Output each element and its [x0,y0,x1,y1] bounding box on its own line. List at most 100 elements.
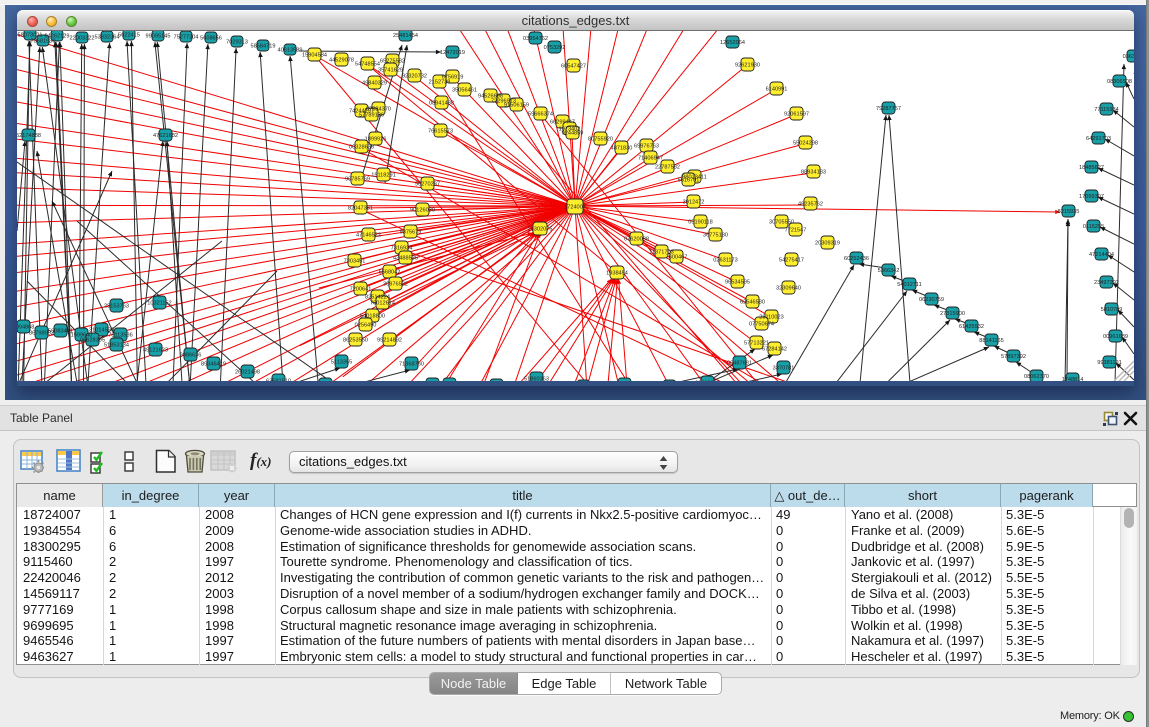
svg-text:96270287: 96270287 [415,182,440,188]
svg-text:63591510: 63591510 [266,379,291,382]
svg-text:89346419: 89346419 [201,362,226,368]
svg-text:1938454: 1938454 [606,271,628,277]
svg-text:0363893: 0363893 [1123,54,1134,60]
svg-text:5616701: 5616701 [678,178,700,184]
svg-text:92061597: 92061597 [784,112,809,118]
svg-text:69976763: 69976763 [634,144,659,150]
svg-text:08306508: 08306508 [1107,79,1132,85]
svg-text:47214404: 47214404 [1089,252,1114,258]
svg-text:43488535: 43488535 [393,256,418,262]
svg-text:7200641: 7200641 [350,287,372,293]
svg-text:67284142: 67284142 [762,347,787,353]
svg-text:6140991: 6140991 [766,87,788,93]
svg-text:17099397: 17099397 [1079,194,1104,200]
svg-text:80755920: 80755920 [588,137,613,143]
svg-text:07620088: 07620088 [624,237,649,243]
svg-text:60547427: 60547427 [561,64,586,70]
svg-text:05190118: 05190118 [688,220,712,226]
svg-text:4871830: 4871830 [611,146,633,152]
svg-text:44529078: 44529078 [329,58,354,64]
svg-text:3370781: 3370781 [773,366,795,372]
svg-text:0244859: 0244859 [562,131,584,137]
svg-text:92320732: 92320732 [402,74,427,80]
svg-text:15118291: 15118291 [371,173,395,179]
svg-text:7029313: 7029313 [226,40,248,46]
svg-text:71368760: 71368760 [399,362,424,368]
svg-text:5810709: 5810709 [1101,307,1123,313]
svg-text:0256490: 0256490 [355,323,377,329]
svg-text:54748554: 54748554 [355,62,380,68]
svg-text:35741629: 35741629 [378,68,403,74]
svg-text:8215935: 8215935 [1058,209,1080,215]
svg-text:25481454: 25481454 [393,33,418,39]
svg-text:49121623: 49121623 [143,348,168,354]
svg-text:53832364: 53832364 [95,35,120,41]
svg-text:52174888: 52174888 [17,133,41,139]
svg-text:1748814: 1748814 [1062,377,1084,381]
svg-text:00961689: 00961689 [1103,334,1128,340]
svg-text:35056461: 35056461 [452,88,477,94]
svg-text:12472019: 12472019 [440,50,465,56]
svg-text:51860363: 51860363 [524,377,549,382]
svg-text:28153763: 28153763 [104,304,129,310]
svg-text:54275417: 54275417 [779,258,804,264]
svg-text:58584719: 58584719 [251,44,276,50]
svg-text:99903066: 99903066 [695,381,720,382]
svg-text:96534595: 96534595 [725,280,750,286]
svg-text:90785769: 90785769 [345,177,370,183]
svg-text:7316934: 7316934 [391,246,413,252]
svg-text:5608656: 5608656 [200,36,222,42]
svg-text:76012614: 76012614 [370,301,395,307]
svg-text:10321152: 10321152 [147,301,171,307]
svg-text:64262129: 64262129 [45,34,70,40]
svg-text:27315900: 27315900 [940,311,965,317]
svg-text:9986636: 9986636 [180,353,202,359]
svg-text:54012711: 54012711 [897,282,921,288]
svg-text:48235762: 48235762 [798,202,823,208]
svg-text:06628395: 06628395 [80,338,105,344]
svg-text:07750674: 07750674 [749,322,774,328]
svg-text:32309640: 32309640 [776,286,801,292]
svg-text:03954762: 03954762 [523,36,548,42]
svg-text:5113355: 5113355 [331,360,352,366]
svg-text:79287757: 79287757 [876,106,901,112]
svg-text:66299447: 66299447 [550,120,575,126]
svg-text:08062370: 08062370 [1024,374,1049,380]
svg-text:59666374: 59666374 [528,112,553,118]
svg-text:00328638: 00328638 [349,145,374,151]
svg-text:88141165: 88141165 [979,338,1003,344]
svg-text:6756919: 6756919 [442,75,464,81]
svg-text:9375673: 9375673 [400,230,422,236]
svg-text:82047381: 82047381 [348,206,373,212]
svg-text:64291703: 64291703 [1086,136,1111,142]
svg-text:60252436: 60252436 [844,256,869,262]
svg-text:7303451: 7303451 [344,259,366,265]
svg-text:61425532: 61425532 [959,324,984,330]
svg-text:23497292: 23497292 [1094,280,1119,286]
svg-text:57789136: 57789136 [359,113,384,119]
svg-text:06230759: 06230759 [919,297,944,303]
svg-text:7600467: 7600467 [666,255,688,261]
svg-text:99214892: 99214892 [377,338,402,344]
svg-text:40613589: 40613589 [278,48,303,54]
svg-text:0753292: 0753292 [544,45,566,51]
svg-text:99095145: 99095145 [146,34,171,40]
svg-text:6568042: 6568042 [379,270,401,276]
svg-text:57897392: 57897392 [1001,354,1026,360]
svg-text:91506159: 91506159 [504,103,529,109]
svg-text:20309319: 20309319 [815,241,840,247]
svg-text:76615573: 76615573 [428,129,453,135]
svg-text:02631173: 02631173 [713,258,737,264]
svg-text:26021498: 26021498 [235,370,260,376]
svg-text:1724007: 1724007 [564,205,586,211]
svg-text:65275582: 65275582 [380,59,405,65]
svg-text:54018800: 54018800 [360,314,385,320]
svg-text:5366342: 5366342 [878,268,900,274]
svg-text:77115984: 77115984 [1094,107,1118,113]
svg-text:86253550: 86253550 [343,338,368,344]
svg-text:78113586: 78113586 [108,333,132,339]
svg-text:26110023: 26110023 [759,315,783,321]
svg-text:15302075: 15302075 [528,227,553,233]
svg-text:62546580: 62546580 [740,300,765,306]
svg-text:59083441: 59083441 [48,329,73,335]
